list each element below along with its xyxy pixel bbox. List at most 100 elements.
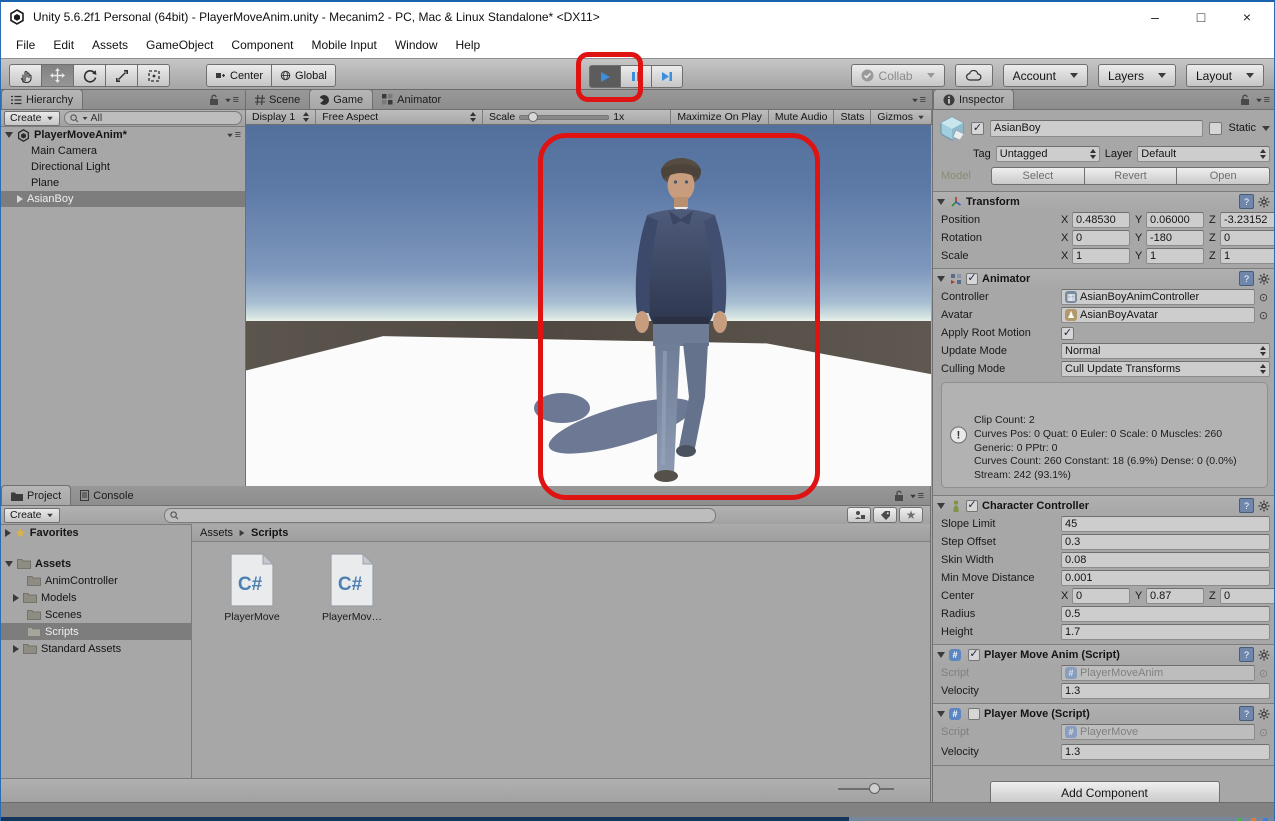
assets-root-row[interactable]: Assets: [1, 555, 191, 572]
position-y-field[interactable]: 0.06000: [1146, 212, 1204, 228]
maximize-button[interactable]: □: [1178, 2, 1224, 32]
aspect-dropdown[interactable]: Free Aspect: [316, 110, 483, 124]
rotate-tool-button[interactable]: [74, 64, 106, 87]
tab-game[interactable]: Game: [309, 89, 373, 109]
scene-menu-icon[interactable]: ≡: [226, 129, 241, 141]
gear-icon[interactable]: [1258, 500, 1270, 512]
component-enabled-checkbox[interactable]: [968, 649, 980, 661]
step-button[interactable]: [652, 65, 683, 88]
radius-field[interactable]: 0.5: [1061, 606, 1270, 622]
gear-icon[interactable]: [1258, 273, 1270, 285]
close-button[interactable]: ×: [1224, 2, 1270, 32]
foldout-open-icon[interactable]: [937, 652, 945, 658]
position-x-field[interactable]: 0.48530: [1072, 212, 1130, 228]
tab-project[interactable]: Project: [1, 485, 71, 505]
foldout-closed-icon[interactable]: [13, 594, 19, 602]
help-icon[interactable]: ?: [1239, 647, 1254, 662]
controller-object-field[interactable]: ▦ AsianBoyAnimController: [1061, 289, 1255, 305]
menu-component[interactable]: Component: [222, 38, 302, 52]
component-enabled-checkbox[interactable]: [968, 708, 980, 720]
space-toggle-button[interactable]: Global: [272, 64, 336, 87]
layer-dropdown[interactable]: Default: [1137, 146, 1270, 162]
foldout-closed-icon[interactable]: [5, 529, 11, 537]
component-enabled-checkbox[interactable]: [966, 500, 978, 512]
tag-dropdown[interactable]: Untagged: [996, 146, 1100, 162]
file-playermove[interactable]: C# PlayerMove: [216, 552, 288, 623]
menu-help[interactable]: Help: [447, 38, 490, 52]
thumbnail-size-thumb[interactable]: [869, 783, 880, 794]
foldout-open-icon[interactable]: [937, 503, 945, 509]
velocity-field[interactable]: 1.3: [1061, 683, 1270, 699]
scale-z-field[interactable]: 1: [1220, 248, 1275, 264]
collab-button[interactable]: Collab: [851, 64, 945, 87]
active-checkbox[interactable]: [971, 122, 984, 135]
menu-window[interactable]: Window: [386, 38, 447, 52]
object-picker-icon[interactable]: ⊙: [1257, 291, 1270, 304]
avatar-object-field[interactable]: ♟ AsianBoyAvatar: [1061, 307, 1255, 323]
tab-console[interactable]: Console: [71, 486, 142, 505]
gear-icon[interactable]: [1258, 196, 1270, 208]
layout-dropdown[interactable]: Layout: [1186, 64, 1264, 87]
menu-file[interactable]: File: [7, 38, 44, 52]
center-x-field[interactable]: 0: [1072, 588, 1130, 604]
panel-menu-icon[interactable]: ≡: [909, 490, 924, 502]
model-revert-button[interactable]: Revert: [1085, 167, 1178, 185]
pivot-toggle-button[interactable]: Center: [206, 64, 272, 87]
tab-hierarchy[interactable]: Hierarchy: [1, 89, 83, 109]
add-component-button[interactable]: Add Component: [990, 781, 1220, 802]
menu-mobile-input[interactable]: Mobile Input: [302, 38, 385, 52]
static-dropdown-icon[interactable]: [1262, 126, 1270, 131]
rotation-y-field[interactable]: -180: [1146, 230, 1204, 246]
maximize-on-play-toggle[interactable]: Maximize On Play: [670, 110, 769, 124]
project-create-button[interactable]: Create: [4, 508, 60, 523]
update-mode-dropdown[interactable]: Normal: [1061, 343, 1270, 359]
height-field[interactable]: 1.7: [1061, 624, 1270, 640]
pause-button[interactable]: [621, 65, 652, 88]
scale-y-field[interactable]: 1: [1146, 248, 1204, 264]
foldout-open-icon[interactable]: [5, 561, 13, 567]
menu-assets[interactable]: Assets: [83, 38, 137, 52]
foldout-closed-icon[interactable]: [13, 645, 19, 653]
position-z-field[interactable]: -3.23152: [1220, 212, 1275, 228]
folder-scenes[interactable]: Scenes: [1, 606, 191, 623]
slope-limit-field[interactable]: 45: [1061, 516, 1270, 532]
foldout-open-icon[interactable]: [937, 711, 945, 717]
mute-audio-toggle[interactable]: Mute Audio: [769, 110, 835, 124]
folder-scripts[interactable]: Scripts: [1, 623, 191, 640]
rotation-x-field[interactable]: 0: [1072, 230, 1130, 246]
file-playermoveanim[interactable]: C# PlayerMov…: [316, 552, 388, 623]
rotation-z-field[interactable]: 0: [1220, 230, 1275, 246]
search-by-type-button[interactable]: [847, 507, 871, 523]
hierarchy-search-input[interactable]: All: [64, 111, 242, 125]
hierarchy-item-directional-light[interactable]: Directional Light: [1, 159, 245, 175]
hierarchy-item-asianboy[interactable]: AsianBoy: [1, 191, 245, 207]
panel-menu-icon[interactable]: ≡: [911, 94, 926, 106]
display-dropdown[interactable]: Display 1: [246, 110, 316, 124]
name-field[interactable]: AsianBoy: [990, 120, 1203, 137]
velocity-field[interactable]: 1.3: [1061, 744, 1270, 760]
model-select-button[interactable]: Select: [991, 167, 1085, 185]
game-viewport[interactable]: [246, 125, 931, 486]
layers-dropdown[interactable]: Layers: [1098, 64, 1176, 87]
scale-x-field[interactable]: 1: [1072, 248, 1130, 264]
account-dropdown[interactable]: Account: [1003, 64, 1088, 87]
scene-root-row[interactable]: PlayerMoveAnim* ≡: [1, 127, 245, 143]
apply-root-motion-checkbox[interactable]: [1061, 327, 1074, 340]
folder-animcontroller[interactable]: AnimController: [1, 572, 191, 589]
hierarchy-create-button[interactable]: Create: [4, 111, 60, 126]
breadcrumb-assets[interactable]: Assets: [200, 527, 233, 539]
component-enabled-checkbox[interactable]: [966, 273, 978, 285]
hierarchy-item-plane[interactable]: Plane: [1, 175, 245, 191]
lock-icon[interactable]: [1240, 94, 1250, 106]
minimize-button[interactable]: –: [1132, 2, 1178, 32]
scale-slider-thumb[interactable]: [528, 112, 538, 122]
cloud-button[interactable]: [955, 64, 993, 87]
foldout-open-icon[interactable]: [5, 132, 13, 138]
tab-scene[interactable]: Scene: [246, 90, 309, 109]
folder-standard-assets[interactable]: Standard Assets: [1, 640, 191, 657]
hierarchy-item-main-camera[interactable]: Main Camera: [1, 143, 245, 159]
folder-models[interactable]: Models: [1, 589, 191, 606]
step-offset-field[interactable]: 0.3: [1061, 534, 1270, 550]
move-tool-button[interactable]: [42, 64, 74, 87]
help-icon[interactable]: ?: [1239, 194, 1254, 209]
